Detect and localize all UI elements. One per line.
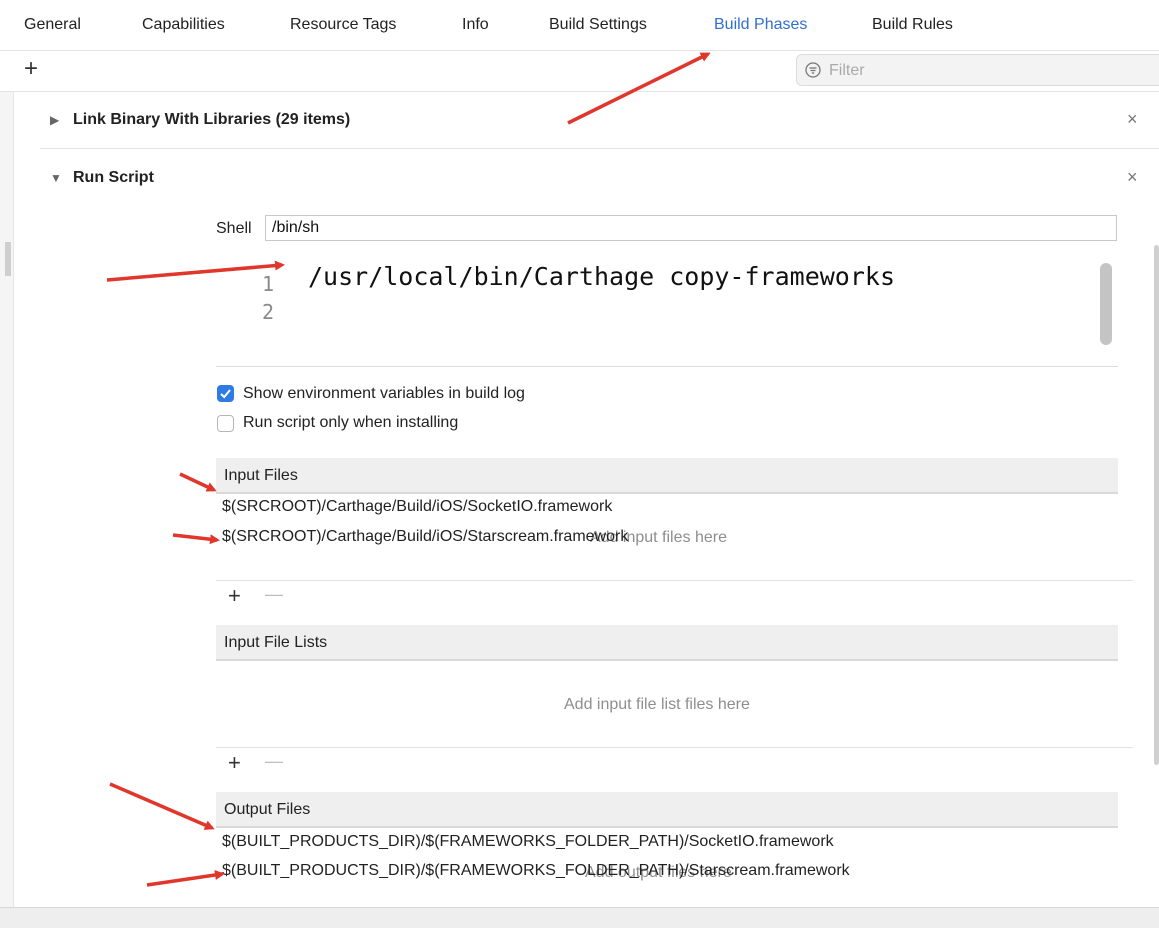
input-files-title: Input Files [224,467,298,484]
filter-input[interactable] [827,60,1131,82]
bottom-bar [0,907,1159,928]
install-only-label: Run script only when installing [243,414,459,431]
phase-toolbar: + [0,50,1159,92]
install-only-checkbox[interactable] [217,415,234,432]
shell-label: Shell [216,220,252,237]
line-number: 1 [262,272,275,296]
add-input-file-button[interactable]: + [228,583,241,609]
input-file-lists-title: Input File Lists [224,634,328,651]
tab-bar: General Capabilities Resource Tags Info … [0,0,1159,50]
input-file-lists-divider [216,747,1133,748]
link-binary-phase-title[interactable]: Link Binary With Libraries (29 items) [73,111,350,129]
remove-input-file-list-button[interactable]: — [265,751,283,772]
input-file-lists-placeholder: Add input file list files here [564,696,750,713]
input-files-header: Input Files [216,458,1118,494]
arrow-output-file-2 [146,870,225,887]
run-script-phase-title[interactable]: Run Script [73,169,154,187]
tab-resource-tags[interactable]: Resource Tags [290,16,396,34]
output-files-header: Output Files [216,792,1118,828]
output-file-item[interactable]: $(BUILT_PRODUCTS_DIR)/$(FRAMEWORKS_FOLDE… [222,862,850,880]
close-link-phase-icon[interactable]: × [1127,109,1138,130]
tab-build-phases[interactable]: Build Phases [714,16,807,34]
add-input-file-list-button[interactable]: + [228,750,241,776]
input-file-lists-header: Input File Lists [216,625,1118,661]
close-run-script-icon[interactable]: × [1127,167,1138,188]
shell-input[interactable] [265,215,1117,241]
left-gutter [0,92,14,907]
collapsed-disclosure-icon[interactable]: ▶ [50,113,59,127]
input-file-item[interactable]: $(SRCROOT)/Carthage/Build/iOS/Starscream… [222,528,628,546]
editor-scrollbar-thumb[interactable] [1100,263,1112,345]
expanded-disclosure-icon[interactable]: ▼ [50,171,62,185]
filter-icon [805,62,821,78]
tab-build-rules[interactable]: Build Rules [872,16,953,34]
arrow-input-file-2 [172,533,220,545]
add-phase-button[interactable]: + [24,55,38,83]
tab-capabilities[interactable]: Capabilities [142,16,225,34]
arrow-output-files [109,782,215,830]
output-file-item[interactable]: $(BUILT_PRODUCTS_DIR)/$(FRAMEWORKS_FOLDE… [222,833,834,851]
script-line[interactable]: /usr/local/bin/Carthage copy-frameworks [308,262,895,291]
page-scrollbar[interactable] [1154,245,1159,765]
input-file-item[interactable]: $(SRCROOT)/Carthage/Build/iOS/SocketIO.f… [222,498,612,516]
gutter-marker [5,242,11,276]
checkmark-icon [220,389,231,399]
script-editor[interactable]: 1 /usr/local/bin/Carthage copy-framework… [216,258,1118,367]
tab-info[interactable]: Info [462,16,489,34]
output-files-title: Output Files [224,801,311,818]
tab-build-settings[interactable]: Build Settings [549,16,647,34]
arrow-input-files [179,472,217,492]
tab-general[interactable]: General [24,16,81,34]
filter-field[interactable] [796,54,1159,86]
input-files-divider [216,580,1133,581]
line-number: 2 [262,300,275,324]
remove-input-file-button[interactable]: — [265,584,283,605]
phase-divider [40,148,1159,149]
show-env-checkbox[interactable] [217,385,234,402]
show-env-label: Show environment variables in build log [243,385,525,402]
